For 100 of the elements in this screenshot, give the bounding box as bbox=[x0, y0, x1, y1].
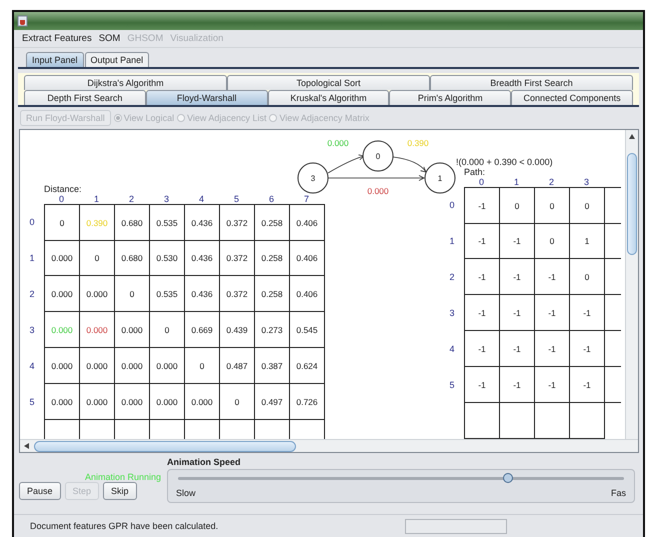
table-cell: 0.372 bbox=[220, 205, 255, 241]
table-cell: 0 bbox=[220, 384, 255, 420]
table-cell: 0.000 bbox=[45, 312, 80, 348]
table-cell: 0.390 bbox=[80, 205, 115, 241]
scrollbar-thumb[interactable] bbox=[34, 440, 296, 452]
table-cell: 0.000 bbox=[80, 348, 115, 384]
row-header: 3 bbox=[448, 307, 456, 320]
table-cell: 0.624 bbox=[290, 348, 325, 384]
table-cell: 0.545 bbox=[290, 312, 325, 348]
table-cell: 0.000 bbox=[115, 312, 150, 348]
column-header: 3 bbox=[162, 194, 170, 204]
table-cell: 0.487 bbox=[220, 348, 255, 384]
table-cell: 0 bbox=[535, 223, 570, 259]
column-header: 2 bbox=[128, 194, 135, 204]
table-cell: 0 bbox=[80, 240, 115, 276]
table-cell: 0.372 bbox=[220, 276, 255, 312]
table-cell: -1 bbox=[500, 259, 535, 295]
table-cell: 0.436 bbox=[185, 276, 220, 312]
edge-arrow bbox=[392, 156, 427, 173]
panel-tab[interactable]: Output Panel bbox=[84, 52, 150, 67]
column-header: 1 bbox=[512, 177, 520, 187]
table-cell: 0 bbox=[150, 312, 185, 348]
table-cell: 0.726 bbox=[290, 384, 325, 420]
row-header: 5 bbox=[448, 379, 456, 392]
control-button[interactable]: Pause bbox=[19, 482, 61, 500]
table-cell: 0 bbox=[185, 348, 220, 384]
table-cell: 0.258 bbox=[255, 205, 290, 241]
slider-thumb[interactable] bbox=[503, 473, 514, 483]
table-cell: 0.535 bbox=[150, 276, 185, 312]
table-cell: 0.000 bbox=[45, 384, 80, 420]
table-cell: 0 bbox=[115, 276, 150, 312]
table-cell: 0.406 bbox=[290, 205, 325, 241]
table-cell: 0.669 bbox=[185, 312, 220, 348]
row-header: 1 bbox=[28, 252, 36, 265]
row-header: 3 bbox=[28, 324, 36, 337]
table-cell: 0.436 bbox=[185, 240, 220, 276]
table-cell: 0.680 bbox=[115, 205, 150, 241]
table-cell: 0.000 bbox=[150, 384, 185, 420]
column-header: 0 bbox=[478, 177, 485, 187]
table-cell: 0 bbox=[535, 188, 570, 224]
column-header: 3 bbox=[582, 177, 590, 187]
table-cell: -1 bbox=[465, 331, 500, 367]
column-header: 6 bbox=[268, 194, 275, 204]
algorithm-tab[interactable]: Breadth First Search bbox=[430, 75, 633, 90]
table-cell: -1 bbox=[500, 331, 535, 367]
scrollbar-thumb[interactable] bbox=[627, 153, 637, 255]
algorithm-tab[interactable]: Dijkstra's Algorithm bbox=[24, 75, 227, 90]
table-cell: -1 bbox=[465, 259, 500, 295]
row-header: 4 bbox=[448, 343, 456, 356]
condition-text: !(0.000 + 0.390 < 0.000) bbox=[456, 157, 553, 167]
scroll-left-icon[interactable] bbox=[24, 443, 29, 449]
column-header: 4 bbox=[198, 194, 205, 204]
animation-status: Animation Running bbox=[84, 472, 161, 482]
table-cell: 0.000 bbox=[80, 276, 115, 312]
slider-label: Fas bbox=[610, 488, 626, 498]
edge-arrow bbox=[328, 154, 365, 174]
status-message: Document features GPR have been calculated. bbox=[30, 521, 220, 531]
column-header: 0 bbox=[58, 194, 65, 204]
table-cell: -1 bbox=[535, 367, 570, 403]
column-header: 5 bbox=[232, 194, 240, 204]
table-cell: -1 bbox=[500, 295, 535, 331]
table-cell: 0.406 bbox=[290, 240, 325, 276]
panel-tab[interactable]: Input Panel bbox=[26, 52, 84, 67]
table-cell: 0.000 bbox=[80, 384, 115, 420]
row-header: 2 bbox=[28, 288, 36, 301]
menu-item[interactable]: Extract Features bbox=[22, 33, 92, 44]
row-header: 4 bbox=[28, 360, 36, 373]
scroll-up-icon[interactable] bbox=[629, 134, 635, 139]
table-cell: 0.000 bbox=[80, 312, 115, 348]
algorithm-tab[interactable]: Prim's Algorithm bbox=[389, 90, 512, 105]
table-cell: -1 bbox=[465, 223, 500, 259]
column-header: 2 bbox=[548, 177, 555, 187]
algorithm-tab[interactable]: Kruskal's Algorithm bbox=[268, 90, 390, 105]
table-title: Distance: bbox=[44, 184, 82, 194]
table-cell: -1 bbox=[570, 295, 605, 331]
table-cell: 0.497 bbox=[255, 384, 290, 420]
control-button[interactable]: Skip bbox=[103, 482, 137, 500]
table-cell: 0.387 bbox=[255, 348, 290, 384]
algorithm-tab[interactable]: Depth First Search bbox=[24, 90, 146, 105]
row-header: 0 bbox=[28, 216, 36, 229]
table-cell: 0.535 bbox=[150, 205, 185, 241]
menu-item[interactable]: SOM bbox=[98, 33, 120, 44]
table-cell: 0.436 bbox=[185, 205, 220, 241]
table-cell: 0 bbox=[570, 188, 605, 224]
table-cell: 0.000 bbox=[45, 240, 80, 276]
row-header: 2 bbox=[448, 271, 456, 284]
algorithm-tab[interactable]: Connected Components bbox=[511, 90, 633, 105]
column-header: 1 bbox=[92, 194, 100, 204]
algorithm-tab[interactable]: Floyd-Warshall bbox=[146, 90, 268, 105]
speed-title: Animation Speed bbox=[167, 457, 242, 469]
edge-weight: 0.000 bbox=[327, 138, 349, 148]
column-header: 7 bbox=[302, 194, 310, 204]
table-cell: 0.000 bbox=[45, 348, 80, 384]
table-cell: -1 bbox=[570, 331, 605, 367]
table-cell: 0 bbox=[570, 259, 605, 295]
table-cell: -1 bbox=[500, 223, 535, 259]
algorithm-tab[interactable]: Topological Sort bbox=[227, 75, 430, 90]
row-header: 1 bbox=[448, 235, 456, 248]
graph-node: 1 bbox=[424, 162, 456, 194]
table-cell: 0.000 bbox=[150, 348, 185, 384]
